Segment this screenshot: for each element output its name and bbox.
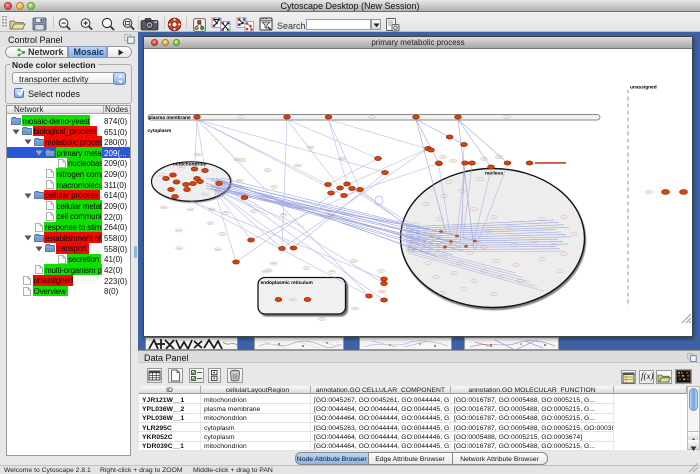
svg-text:endoplasmic reticulum: endoplasmic reticulum — [261, 280, 313, 286]
svg-text:unassigned: unassigned — [630, 84, 657, 90]
svg-text:plasma membrane: plasma membrane — [149, 115, 191, 121]
svg-text:cytoplasm: cytoplasm — [148, 128, 172, 134]
svg-text:mitochondrion: mitochondrion — [173, 161, 207, 167]
svg-text:nucleus: nucleus — [485, 170, 503, 176]
